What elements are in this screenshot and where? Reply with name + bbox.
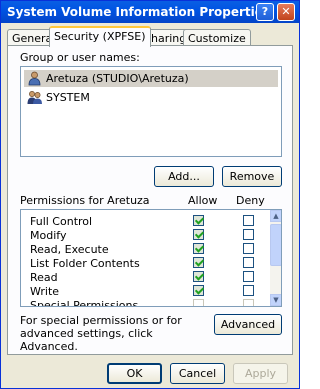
deny-checkbox[interactable] [243, 257, 254, 268]
deny-header: Deny [236, 194, 265, 207]
permission-name: Write [30, 285, 60, 298]
permissions-label: Permissions for Aretuza [20, 194, 150, 207]
window-title: System Volume Information Properties [7, 5, 271, 19]
help-button[interactable]: ? [256, 3, 274, 21]
deny-checkbox[interactable] [243, 271, 254, 282]
table-row: Special Permissions [21, 299, 271, 307]
allow-checkbox[interactable] [193, 285, 204, 296]
list-item[interactable]: SYSTEM [24, 89, 278, 106]
close-button[interactable]: ✕ [277, 3, 295, 21]
user-icon [27, 71, 42, 86]
scroll-down-icon[interactable]: ▼ [270, 294, 281, 306]
remove-button[interactable]: Remove [222, 166, 282, 187]
group-label: Group or user names: [20, 51, 140, 64]
permissions-list[interactable]: Full Control Modify Read, Execute List F… [20, 209, 282, 307]
apply-button: Apply [233, 363, 288, 384]
permission-name: List Folder Contents [30, 257, 140, 270]
deny-checkbox [243, 299, 254, 306]
allow-checkbox[interactable] [193, 257, 204, 268]
permission-name: Read [30, 271, 58, 284]
security-panel: Group or user names: Aretuza (STUDIO\Are… [7, 45, 293, 355]
scroll-thumb[interactable] [270, 224, 281, 266]
tab-customize[interactable]: Customize [183, 29, 251, 46]
list-item[interactable]: Aretuza (STUDIO\Aretuza) [24, 70, 278, 87]
allow-checkbox[interactable] [193, 271, 204, 282]
advanced-note: For special permissions or for advanced … [20, 314, 182, 353]
user-list[interactable]: Aretuza (STUDIO\Aretuza) SYSTEM [20, 66, 282, 157]
deny-checkbox[interactable] [243, 285, 254, 296]
table-row: Read, Execute [21, 243, 271, 257]
allow-checkbox [193, 299, 204, 306]
vertical-scrollbar[interactable]: ▲ ▼ [270, 210, 281, 306]
properties-window: System Volume Information Properties ? ✕… [0, 0, 300, 389]
allow-checkbox[interactable] [193, 243, 204, 254]
allow-header: Allow [188, 194, 218, 207]
user-name: SYSTEM [46, 91, 90, 104]
permission-name: Full Control [30, 215, 93, 228]
scroll-up-icon[interactable]: ▲ [270, 210, 281, 222]
advanced-button[interactable]: Advanced [214, 314, 282, 335]
deny-checkbox[interactable] [243, 243, 254, 254]
user-name: Aretuza (STUDIO\Aretuza) [46, 72, 189, 85]
users-group-icon [27, 90, 42, 105]
title-bar[interactable]: System Volume Information Properties ? ✕ [1, 1, 299, 23]
table-row: Full Control [21, 215, 271, 229]
cancel-button[interactable]: Cancel [170, 363, 225, 384]
table-row: Read [21, 271, 271, 285]
table-row: Modify [21, 229, 271, 243]
permission-name: Read, Execute [30, 243, 109, 256]
permission-name: Special Permissions [30, 299, 139, 307]
allow-checkbox[interactable] [193, 215, 204, 226]
table-row: List Folder Contents [21, 257, 271, 271]
deny-checkbox[interactable] [243, 229, 254, 240]
deny-checkbox[interactable] [243, 215, 254, 226]
table-row: Write [21, 285, 271, 299]
ok-button[interactable]: OK [107, 363, 162, 384]
allow-checkbox[interactable] [193, 229, 204, 240]
permission-name: Modify [30, 229, 67, 242]
add-button[interactable]: Add... [154, 166, 214, 187]
tab-security[interactable]: Security (XPFSE) [49, 26, 151, 47]
